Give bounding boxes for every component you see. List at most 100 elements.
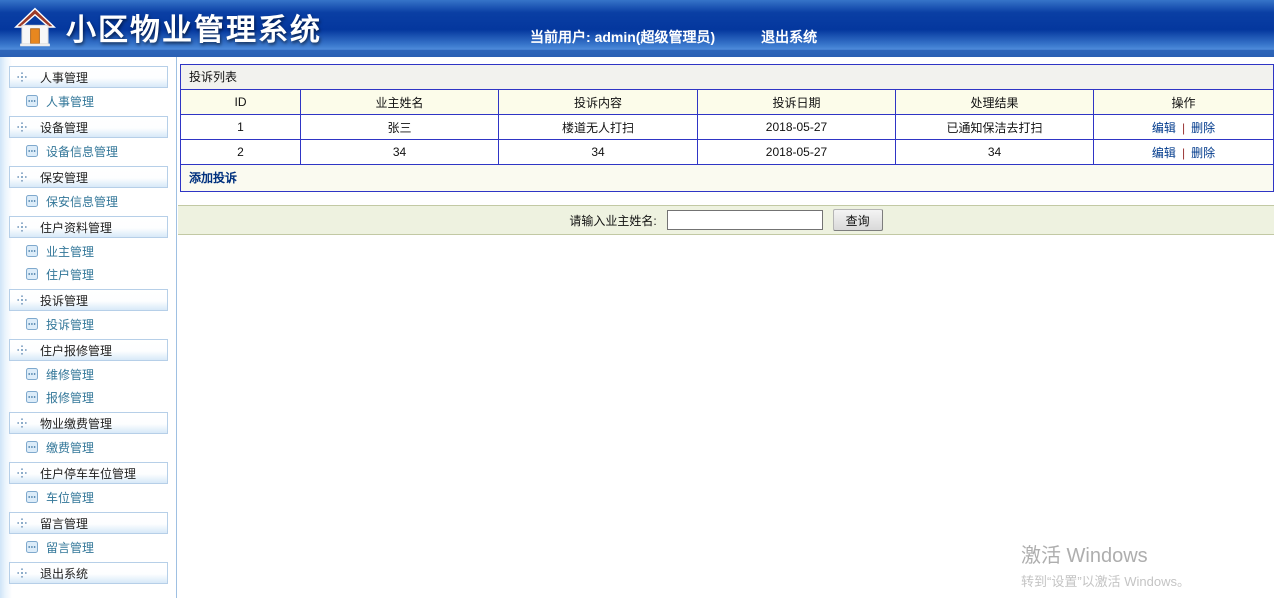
table-cell: 张三	[300, 114, 499, 140]
subitem-bullet-icon	[26, 195, 38, 207]
sidebar-category-4[interactable]: 保安管理	[9, 166, 168, 188]
sidebar-item-label: 缴费管理	[46, 440, 95, 455]
sidebar-item-3[interactable]: 设备信息管理	[26, 141, 176, 161]
sidebar-item-17[interactable]: 车位管理	[26, 487, 176, 507]
delete-link[interactable]: 删除	[1191, 146, 1215, 160]
current-user-text: 当前用户: admin(超级管理员)	[530, 27, 715, 47]
user-bar: 当前用户: admin(超级管理员) 退出系统	[530, 27, 817, 47]
column-header-2: 投诉内容	[498, 89, 698, 115]
sidebar-item-label: 报修管理	[46, 390, 95, 405]
table-cell: 2	[180, 139, 301, 165]
sidebar-item-label: 保安信息管理	[46, 194, 119, 209]
app-title: 小区物业管理系统	[66, 14, 322, 47]
sidebar-nav: 人事管理 人事管理 设备管理 设备信息管理 保安管理 保安信息管理 住户资料管理 业主管理 住户…	[0, 57, 177, 598]
sidebar-item-label: 业主管理	[46, 244, 95, 259]
column-header-0: ID	[180, 89, 301, 115]
column-header-5: 操作	[1093, 89, 1274, 115]
table-row: 1 张三 楼道无人打扫 2018-05-27 已通知保洁去打扫 编辑 | 删除	[180, 114, 1274, 140]
sidebar-category-6[interactable]: 住户资料管理	[9, 216, 168, 238]
category-bullet-icon	[17, 418, 27, 428]
app-header: 小区物业管理系统 当前用户: admin(超级管理员) 退出系统	[0, 0, 1274, 57]
column-header-3: 投诉日期	[697, 89, 896, 115]
category-bullet-icon	[17, 295, 27, 305]
sidebar-category-2[interactable]: 设备管理	[9, 116, 168, 138]
edit-link[interactable]: 编辑	[1152, 146, 1176, 160]
sidebar-item-label: 退出系统	[40, 566, 89, 581]
link-separator: |	[1181, 120, 1186, 135]
sidebar-item-5[interactable]: 保安信息管理	[26, 191, 176, 211]
subitem-bullet-icon	[26, 318, 38, 330]
sidebar-category-0[interactable]: 人事管理	[9, 66, 168, 88]
link-separator: |	[1181, 145, 1186, 160]
sidebar-item-label: 保安管理	[40, 170, 89, 185]
sidebar-category-11[interactable]: 住户报修管理	[9, 339, 168, 361]
brand: 小区物业管理系统	[14, 5, 322, 49]
main-content: 投诉列表 ID 业主姓名 投诉内容 投诉日期 处理结果 操作 1 张三 楼道无人打扫 2018-…	[178, 57, 1274, 598]
table-cell: 2018-05-27	[697, 139, 896, 165]
table-row: 2 34 34 2018-05-27 34 编辑 | 删除	[180, 139, 1274, 165]
sidebar-item-15[interactable]: 缴费管理	[26, 437, 176, 457]
sidebar-item-label: 维修管理	[46, 367, 95, 382]
sidebar-item-10[interactable]: 投诉管理	[26, 314, 176, 334]
row-actions-cell: 编辑 | 删除	[1093, 139, 1274, 165]
owner-name-input[interactable]	[666, 210, 823, 230]
category-bullet-icon	[17, 222, 27, 232]
table-cell: 2018-05-27	[697, 114, 896, 140]
sidebar-item-label: 人事管理	[46, 94, 95, 109]
table-caption: 投诉列表	[180, 64, 1274, 89]
sidebar-item-label: 住户管理	[46, 267, 95, 282]
category-bullet-icon	[17, 518, 27, 528]
row-actions-cell: 编辑 | 删除	[1093, 114, 1274, 140]
sidebar-item-label: 投诉管理	[40, 293, 89, 308]
subitem-bullet-icon	[26, 268, 38, 280]
table-cell: 1	[180, 114, 301, 140]
sidebar-item-label: 设备信息管理	[46, 144, 119, 159]
search-bar: 请输入业主姓名: 查询	[178, 205, 1274, 235]
table-header-row: ID 业主姓名 投诉内容 投诉日期 处理结果 操作	[180, 89, 1274, 115]
sidebar-item-label: 设备管理	[40, 120, 89, 135]
sidebar-item-1[interactable]: 人事管理	[26, 91, 176, 111]
search-label: 请输入业主姓名:	[569, 213, 657, 228]
sidebar-item-label: 物业缴费管理	[40, 416, 113, 431]
logout-link[interactable]: 退出系统	[761, 27, 817, 47]
table-cell: 楼道无人打扫	[498, 114, 698, 140]
category-bullet-icon	[17, 72, 27, 82]
table-cell: 34	[895, 139, 1094, 165]
delete-link[interactable]: 删除	[1191, 121, 1215, 135]
sidebar-item-label: 住户资料管理	[40, 220, 113, 235]
sidebar-item-label: 住户报修管理	[40, 343, 113, 358]
category-bullet-icon	[17, 568, 27, 578]
sidebar-category-16[interactable]: 住户停车车位管理	[9, 462, 168, 484]
sidebar-item-label: 人事管理	[40, 70, 89, 85]
search-button[interactable]: 查询	[832, 209, 883, 231]
subitem-bullet-icon	[26, 368, 38, 380]
table-cell: 已通知保洁去打扫	[895, 114, 1094, 140]
current-user-label: 当前用户:	[530, 29, 591, 45]
subitem-bullet-icon	[26, 491, 38, 503]
sidebar-item-label: 留言管理	[40, 516, 89, 531]
complaints-table: ID 业主姓名 投诉内容 投诉日期 处理结果 操作 1 张三 楼道无人打扫 2018-05-27…	[180, 89, 1274, 165]
sidebar-item-label: 车位管理	[46, 490, 95, 505]
category-bullet-icon	[17, 468, 27, 478]
table-cell: 34	[300, 139, 499, 165]
subitem-bullet-icon	[26, 245, 38, 257]
sidebar-item-19[interactable]: 留言管理	[26, 537, 176, 557]
sidebar-category-9[interactable]: 投诉管理	[9, 289, 168, 311]
subitem-bullet-icon	[26, 391, 38, 403]
category-bullet-icon	[17, 122, 27, 132]
add-complaint-link[interactable]: 添加投诉	[189, 171, 237, 185]
sidebar-item-13[interactable]: 报修管理	[26, 387, 176, 407]
home-logo-icon	[14, 6, 56, 48]
current-user-value: admin(超级管理员)	[594, 29, 716, 45]
sidebar-item-7[interactable]: 业主管理	[26, 241, 176, 261]
column-header-1: 业主姓名	[300, 89, 499, 115]
sidebar-category-20[interactable]: 退出系统	[9, 562, 168, 584]
edit-link[interactable]: 编辑	[1152, 121, 1176, 135]
complaint-list-panel: 投诉列表 ID 业主姓名 投诉内容 投诉日期 处理结果 操作 1 张三 楼道无人打扫 2018-…	[180, 64, 1274, 192]
sidebar-item-label: 留言管理	[46, 540, 95, 555]
category-bullet-icon	[17, 172, 27, 182]
sidebar-category-14[interactable]: 物业缴费管理	[9, 412, 168, 434]
sidebar-item-8[interactable]: 住户管理	[26, 264, 176, 284]
sidebar-item-12[interactable]: 维修管理	[26, 364, 176, 384]
sidebar-category-18[interactable]: 留言管理	[9, 512, 168, 534]
